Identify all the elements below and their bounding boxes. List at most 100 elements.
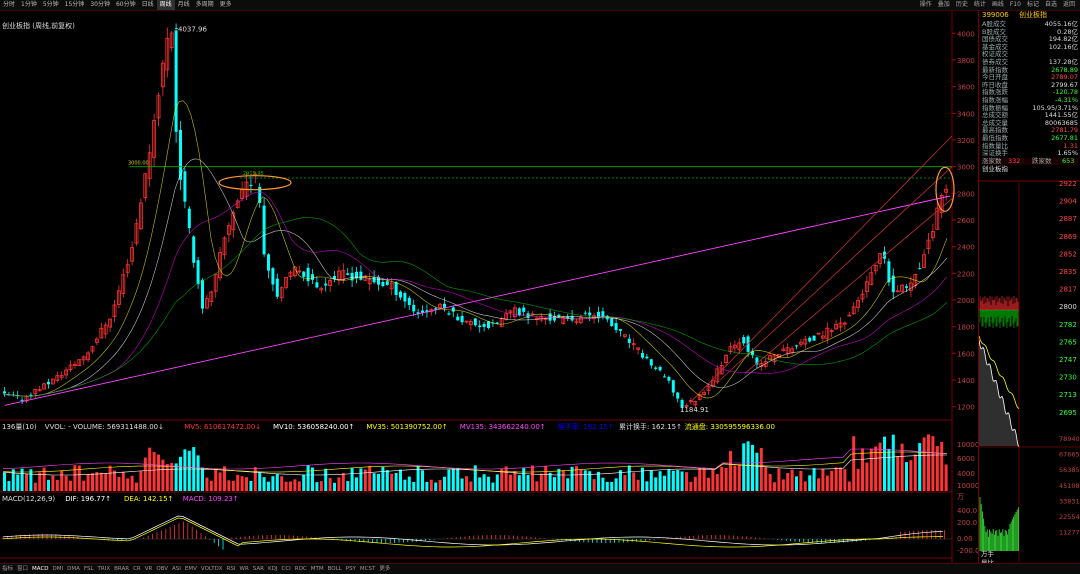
- price-tick-label: 2800: [957, 190, 975, 198]
- mini-chart-title: 创业板指: [982, 164, 1008, 173]
- volume-bar: [293, 479, 297, 491]
- toolbar-button[interactable]: 历史: [953, 1, 971, 8]
- candle-body: [619, 329, 622, 331]
- volume-bar: [60, 470, 64, 491]
- toolbar-button[interactable]: 画线: [989, 1, 1007, 8]
- volume-bar: [421, 470, 424, 491]
- mini-price-tick: 2765: [1059, 338, 1077, 346]
- period-tab[interactable]: 60分钟: [113, 0, 139, 10]
- volume-bar: [623, 475, 627, 491]
- candle-body: [671, 380, 675, 393]
- period-tab[interactable]: 月线: [175, 0, 193, 10]
- volume-bar: [685, 472, 688, 491]
- mini-price-tick: 2835: [1059, 268, 1077, 276]
- volume-bar: [834, 467, 838, 491]
- mini-price-fill: [979, 340, 1019, 447]
- candle-body: [667, 376, 671, 381]
- toolbar-button[interactable]: 叠加: [935, 1, 953, 8]
- volume-bar: [394, 472, 398, 491]
- candle-body: [407, 297, 411, 306]
- candle-body: [29, 394, 33, 396]
- period-tab[interactable]: 15分钟: [62, 0, 88, 10]
- volume-bar: [315, 482, 319, 491]
- volume-bar: [148, 447, 152, 491]
- period-tab[interactable]: 日线: [139, 0, 157, 10]
- period-tab[interactable]: 30分钟: [87, 0, 113, 10]
- period-tab[interactable]: 更多: [217, 0, 235, 10]
- toolbar-button[interactable]: F10: [1007, 1, 1024, 8]
- moving-average-line: [2, 191, 948, 397]
- main-chart-area[interactable]: 4000 3800 3600 3400 3200 3000 2800 2600 2400 2200…: [0, 10, 980, 565]
- period-tab[interactable]: 1分钟: [18, 0, 40, 10]
- volume-bar: [768, 473, 772, 491]
- high-price-label: 4037.96: [178, 25, 207, 33]
- volume-bar: [676, 469, 680, 491]
- volume-bar: [790, 469, 794, 491]
- macd-tick-label: -200.0: [957, 547, 978, 555]
- price-tick-label: 3000: [957, 164, 975, 172]
- macd-header-item: MACD: 109.23↑: [183, 495, 239, 503]
- volume-bar: [161, 459, 165, 491]
- toolbar-button[interactable]: 标记: [1024, 1, 1042, 8]
- volume-bar: [913, 454, 917, 491]
- volume-bar: [3, 472, 6, 491]
- period-tab[interactable]: 分时: [0, 0, 18, 10]
- volume-bar: [874, 446, 878, 491]
- mini-volume-tick: 56385: [1059, 466, 1080, 474]
- period-tab[interactable]: 周线: [156, 0, 175, 10]
- volume-bar: [196, 455, 200, 491]
- volume-bar: [38, 472, 42, 491]
- volume-bar: [773, 482, 776, 491]
- volume-bar: [724, 467, 728, 491]
- volume-bar: [627, 465, 631, 491]
- volume-bar: [729, 450, 732, 491]
- volume-bar: [47, 479, 50, 491]
- chart-title: 创业板指 (周线,前复权): [2, 22, 75, 30]
- period-tab[interactable]: 5分钟: [40, 0, 62, 10]
- volume-bar: [658, 471, 662, 491]
- volume-bar: [429, 479, 433, 491]
- volume-bar: [245, 477, 248, 491]
- volume-bar: [517, 475, 521, 491]
- long-trendline: [4, 195, 951, 406]
- volume-bar: [231, 480, 235, 491]
- period-tab[interactable]: 多周期: [193, 0, 217, 10]
- candle-body: [311, 274, 314, 280]
- candle-body: [315, 282, 319, 288]
- volume-header-item: MV135: 343662240.00↑: [460, 423, 546, 431]
- macd-header-item: DEA: 142.15↑: [124, 495, 173, 503]
- price-tick-label: 1400: [957, 377, 975, 385]
- toolbar-button[interactable]: 返回: [1060, 1, 1078, 8]
- volume-bar: [526, 475, 530, 491]
- channel-line-mid: [719, 166, 953, 381]
- candle-body: [645, 356, 649, 359]
- volume-bar: [25, 473, 28, 491]
- volume-bar: [174, 463, 178, 491]
- index-code: 399006: [982, 11, 1009, 19]
- candle-body: [460, 315, 464, 323]
- volume-bar: [258, 472, 262, 491]
- breadth-text: 跌家数: [1032, 156, 1052, 165]
- chart-canvas[interactable]: 4000 3800 3600 3400 3200 3000 2800 2600 2400 2200…: [0, 10, 980, 563]
- volume-bar: [786, 473, 790, 491]
- toolbar-button[interactable]: 自选: [1042, 1, 1060, 8]
- volume-bar: [764, 467, 768, 491]
- volume-bar: [781, 479, 785, 491]
- volume-bar: [922, 437, 926, 491]
- candle-body: [267, 254, 270, 271]
- volume-bar: [16, 474, 20, 491]
- price-tick-label: 3600: [957, 84, 975, 92]
- volume-bar: [201, 467, 204, 491]
- volume-bar: [157, 454, 160, 491]
- price-tick-label: 3400: [957, 110, 975, 118]
- volume-bar: [759, 448, 763, 491]
- volume-bar: [385, 470, 389, 491]
- toolbar-button[interactable]: 操作: [917, 1, 935, 8]
- volume-bar: [513, 471, 517, 491]
- candle-body: [478, 325, 482, 328]
- toolbar-button[interactable]: 统计: [971, 1, 989, 8]
- volume-bar: [368, 465, 372, 491]
- volume-bar: [451, 468, 455, 491]
- volume-tick-label: 10000: [957, 482, 978, 490]
- mini-price-line: [979, 339, 1020, 448]
